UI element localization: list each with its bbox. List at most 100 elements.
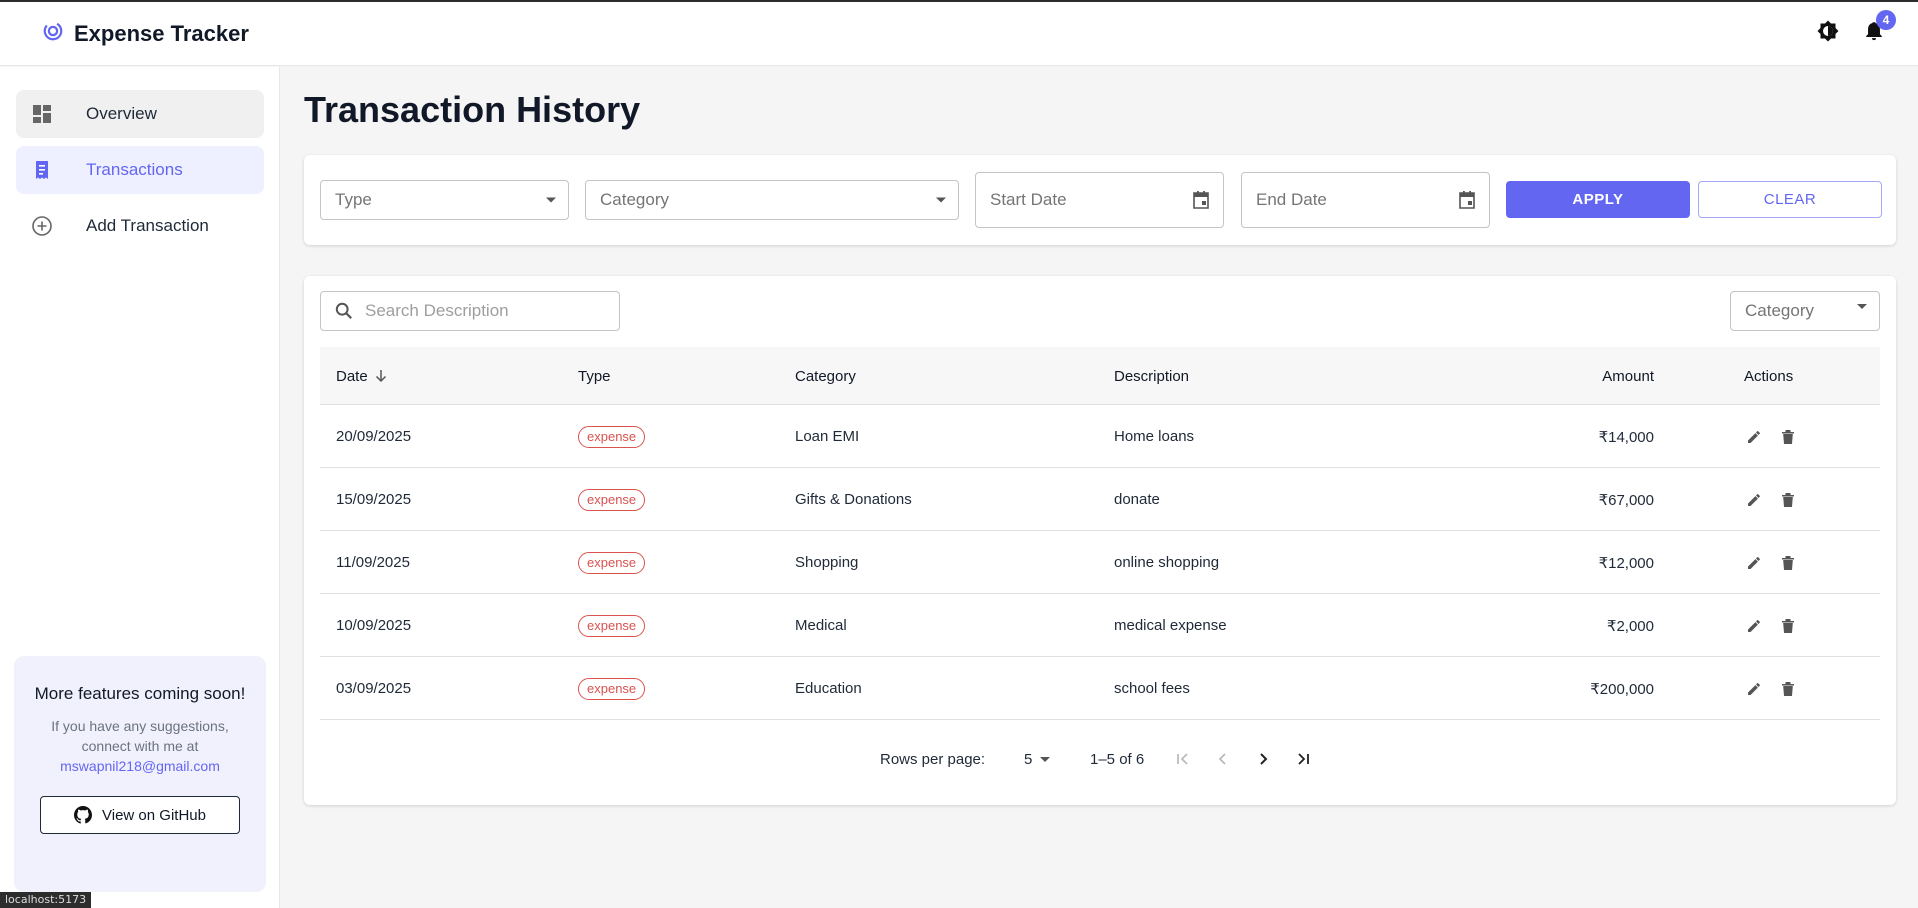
cell-actions xyxy=(1744,531,1798,594)
app-title: Expense Tracker xyxy=(74,20,249,46)
sidebar-item-transactions[interactable]: Transactions xyxy=(16,146,264,194)
page-title: Transaction History xyxy=(304,89,641,130)
cell-amount: ₹12,000 xyxy=(1598,554,1654,572)
cell-type: expense xyxy=(578,405,646,468)
cell-type: expense xyxy=(578,468,646,531)
table-row: 15/09/2025 expense Gifts & Donations donate… xyxy=(320,468,1880,531)
brightness-icon xyxy=(1816,19,1840,48)
chevron-down-icon xyxy=(936,197,946,203)
cell-amount: ₹67,000 xyxy=(1598,491,1654,509)
last-page-icon xyxy=(1294,750,1312,768)
category-filter-select[interactable]: Category xyxy=(1730,291,1880,331)
column-header-date[interactable]: Date xyxy=(336,347,388,405)
column-header-actions: Actions xyxy=(1744,367,1794,385)
column-header-label: Date xyxy=(336,367,368,385)
cell-date: 10/09/2025 xyxy=(336,617,412,634)
edit-icon[interactable] xyxy=(1744,427,1764,447)
cell-amount: ₹2,000 xyxy=(1606,617,1654,635)
filter-card: Type Category Start Date End Date APPLY … xyxy=(304,155,1896,245)
status-bar-url: localhost:5173 xyxy=(0,892,92,908)
cell-description: Home loans xyxy=(1114,428,1195,445)
cell-description: school fees xyxy=(1114,680,1190,697)
rows-per-page-select[interactable]: 5 xyxy=(1024,739,1051,779)
first-page-button[interactable] xyxy=(1174,739,1192,779)
cell-description: online shopping xyxy=(1114,554,1220,571)
chevron-down-icon xyxy=(546,197,556,203)
theme-toggle-button[interactable] xyxy=(1814,20,1842,48)
delete-icon[interactable] xyxy=(1778,553,1798,573)
promo-text-body: If you have any suggestions, connect wit… xyxy=(51,718,229,754)
notifications-button[interactable]: 4 xyxy=(1860,9,1896,48)
edit-icon[interactable] xyxy=(1744,490,1764,510)
dashboard-icon xyxy=(30,102,54,126)
sidebar-item-label: Add Transaction xyxy=(86,216,209,235)
table-row: 11/09/2025 expense Shopping online shopping… xyxy=(320,531,1880,594)
next-page-button[interactable] xyxy=(1254,739,1272,779)
delete-icon[interactable] xyxy=(1778,490,1798,510)
type-select[interactable]: Type xyxy=(320,180,569,220)
column-header-amount: Amount xyxy=(1602,367,1654,385)
sidebar-item-label: Transactions xyxy=(86,160,183,179)
cell-category: Loan EMI xyxy=(795,428,860,445)
chevron-down-icon xyxy=(1857,304,1867,328)
apply-button[interactable]: APPLY xyxy=(1506,181,1690,218)
sidebar-item-add-transaction[interactable]: Add Transaction xyxy=(16,202,264,250)
calendar-icon[interactable] xyxy=(1191,190,1211,210)
calendar-icon[interactable] xyxy=(1457,190,1477,210)
search-icon xyxy=(335,302,353,320)
cell-actions xyxy=(1744,405,1798,468)
cell-description: medical expense xyxy=(1114,617,1227,634)
type-select-label: Type xyxy=(335,190,372,209)
first-page-icon xyxy=(1174,750,1192,768)
last-page-button[interactable] xyxy=(1294,739,1312,779)
promo-card: More features coming soon! If you have a… xyxy=(14,656,266,892)
cell-date: 15/09/2025 xyxy=(336,491,412,508)
category-filter-label: Category xyxy=(1745,301,1814,320)
promo-text: If you have any suggestions, connect wit… xyxy=(14,716,266,776)
sidebar: Overview Transactions Add Transaction Mo… xyxy=(0,67,280,908)
delete-icon[interactable] xyxy=(1778,616,1798,636)
end-date-placeholder: End Date xyxy=(1256,190,1327,209)
type-chip: expense xyxy=(578,425,646,448)
cell-type: expense xyxy=(578,594,646,657)
cell-category: Gifts & Donations xyxy=(795,491,912,508)
promo-title: More features coming soon! xyxy=(34,684,246,703)
chevron-down-icon xyxy=(1040,756,1051,762)
delete-icon[interactable] xyxy=(1778,427,1798,447)
cell-category: Education xyxy=(795,680,862,697)
cell-actions xyxy=(1744,594,1798,657)
sidebar-item-overview[interactable]: Overview xyxy=(16,90,264,138)
edit-icon[interactable] xyxy=(1744,679,1764,699)
search-input[interactable]: Search Description xyxy=(320,291,620,331)
transactions-table-card: Search Description Category Date Type Ca… xyxy=(304,276,1896,805)
clear-button[interactable]: CLEAR xyxy=(1698,181,1882,218)
type-chip: expense xyxy=(578,614,646,637)
chevron-right-icon xyxy=(1254,750,1272,768)
brand[interactable]: Expense Tracker xyxy=(42,20,249,47)
cell-actions xyxy=(1744,657,1798,720)
table-row: 20/09/2025 expense Loan EMI Home loans ₹14,0… xyxy=(320,405,1880,468)
app-bar: Expense Tracker 4 xyxy=(0,2,1918,66)
type-chip: expense xyxy=(578,677,646,700)
delete-icon[interactable] xyxy=(1778,679,1798,699)
main-content: Transaction History Type Category Start … xyxy=(280,67,1918,908)
promo-email-link[interactable]: mswapnil218@gmail.com xyxy=(60,758,220,774)
receipt-icon xyxy=(30,158,54,182)
previous-page-button[interactable] xyxy=(1214,739,1232,779)
chevron-left-icon xyxy=(1214,750,1232,768)
github-icon xyxy=(74,806,93,824)
search-placeholder: Search Description xyxy=(365,301,509,320)
end-date-field[interactable]: End Date xyxy=(1241,172,1490,228)
edit-icon[interactable] xyxy=(1744,553,1764,573)
table-row: 03/09/2025 expense Education school fees ₹20… xyxy=(320,657,1880,720)
start-date-placeholder: Start Date xyxy=(990,190,1067,209)
type-chip: expense xyxy=(578,488,646,511)
cell-date: 20/09/2025 xyxy=(336,428,412,445)
cell-amount: ₹14,000 xyxy=(1598,428,1654,446)
start-date-field[interactable]: Start Date xyxy=(975,172,1224,228)
add-circle-icon xyxy=(30,214,54,238)
category-select[interactable]: Category xyxy=(585,180,959,220)
cell-description: donate xyxy=(1114,491,1160,508)
edit-icon[interactable] xyxy=(1744,616,1764,636)
view-on-github-button[interactable]: View on GitHub xyxy=(40,796,240,834)
